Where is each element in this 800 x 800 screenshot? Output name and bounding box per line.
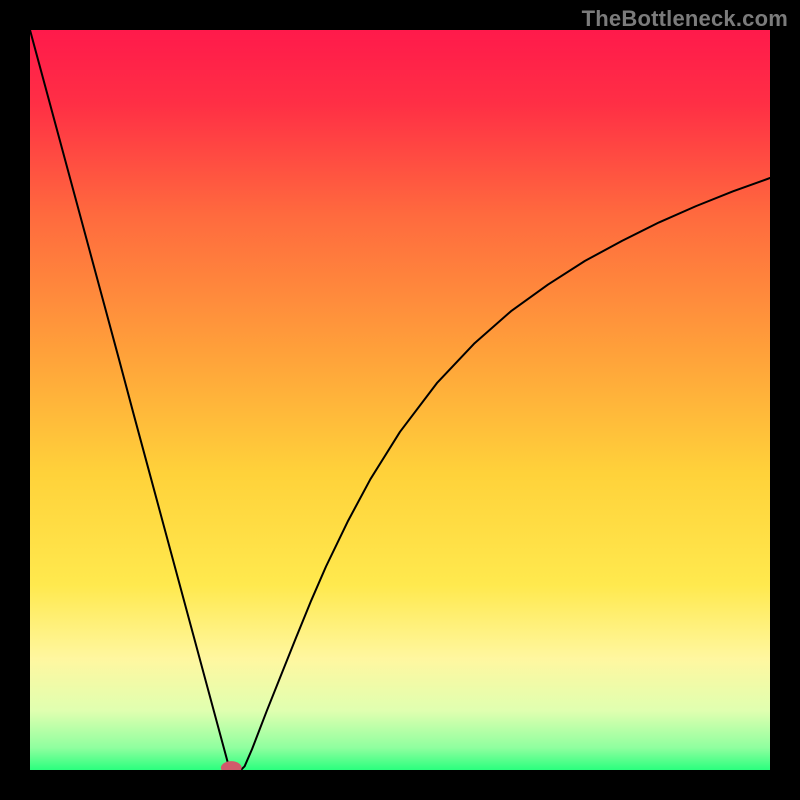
watermark-text: TheBottleneck.com <box>582 6 788 32</box>
bottleneck-chart <box>30 30 770 770</box>
chart-frame: TheBottleneck.com <box>0 0 800 800</box>
plot-background <box>30 30 770 770</box>
